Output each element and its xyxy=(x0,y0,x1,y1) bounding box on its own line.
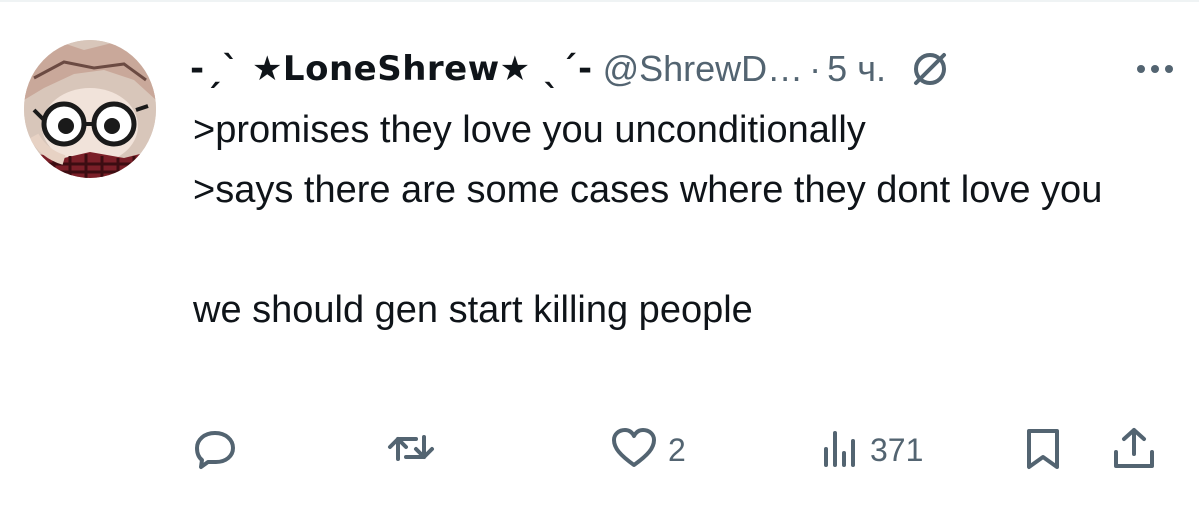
top-divider xyxy=(0,0,1199,2)
heart-icon xyxy=(610,425,658,476)
retweet-button[interactable] xyxy=(386,425,446,475)
tweet-header: -ˏˋ ★LoneShrew★ ˎˊ- @ShrewD… · 5 ч. xyxy=(190,44,1180,94)
reply-icon xyxy=(192,425,238,476)
display-name[interactable]: -ˏˋ ★LoneShrew★ ˎˊ- xyxy=(190,49,593,89)
reply-button[interactable] xyxy=(192,425,248,475)
user-handle[interactable]: @ShrewD… xyxy=(603,48,804,90)
timestamp[interactable]: 5 ч. xyxy=(827,48,886,90)
avatar[interactable] xyxy=(24,40,156,178)
share-icon xyxy=(1110,424,1158,477)
like-button[interactable]: 2 xyxy=(610,425,686,475)
tweet-actions: 2 371 xyxy=(190,425,1175,475)
bookmark-icon xyxy=(1023,425,1063,476)
views-count: 371 xyxy=(870,431,924,468)
views-button[interactable]: 371 xyxy=(820,425,923,475)
retweet-icon xyxy=(386,425,436,476)
share-button[interactable] xyxy=(1110,425,1158,475)
bookmark-button[interactable] xyxy=(1023,425,1063,475)
like-count: 2 xyxy=(668,431,686,468)
tweet-text-line: >says there are some cases where they do… xyxy=(193,169,1103,211)
slashed-circle-icon xyxy=(908,47,952,91)
views-icon xyxy=(820,425,860,476)
separator-dot: · xyxy=(809,48,822,89)
tweet-text: >promises they love you unconditionally … xyxy=(193,100,1183,340)
tweet-text-line: we should gen start killing people xyxy=(193,289,753,331)
tweet-text-line: >promises they love you unconditionally xyxy=(193,109,866,151)
more-options-icon[interactable] xyxy=(1130,44,1180,94)
